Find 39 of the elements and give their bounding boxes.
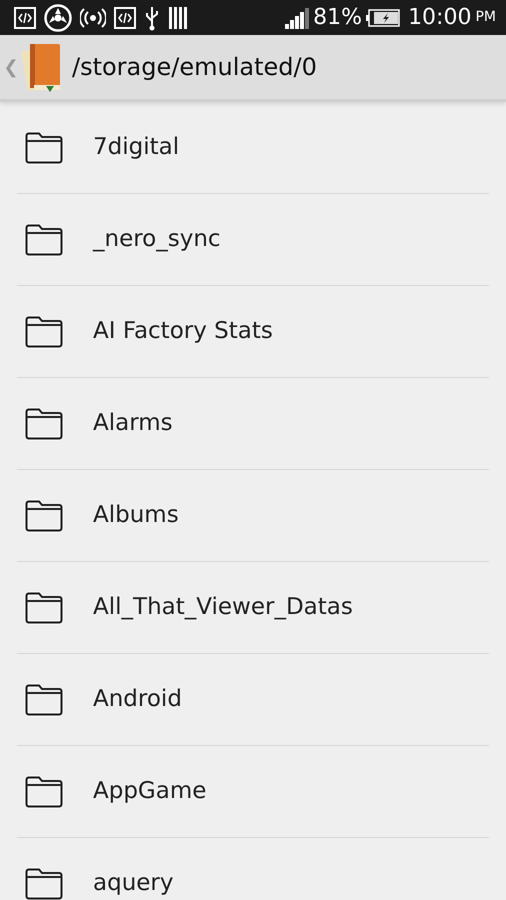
folder-icon: [25, 316, 63, 348]
barcode-icon: [168, 6, 188, 30]
code-icon: [14, 6, 36, 28]
folder-name: Android: [93, 685, 182, 714]
folder-item[interactable]: _nero_sync: [0, 194, 506, 285]
broadcast-icon: [80, 6, 106, 28]
folder-name: Alarms: [93, 409, 173, 438]
folder-item[interactable]: 7digital: [0, 102, 506, 193]
folder-icon: [25, 224, 63, 256]
folder-name: Albums: [93, 501, 179, 530]
folder-path: /storage/emulated/0: [72, 52, 317, 83]
folder-icon: [25, 684, 63, 716]
folder-icon: [25, 132, 63, 164]
folder-icon: [25, 868, 63, 900]
folder-icon: [25, 500, 63, 532]
folder-item[interactable]: All_That_Viewer_Datas: [0, 562, 506, 653]
folder-item[interactable]: Alarms: [0, 378, 506, 469]
folder-icon: [25, 592, 63, 624]
code-icon: [114, 6, 136, 28]
folder-item[interactable]: Albums: [0, 470, 506, 561]
folder-item[interactable]: AI Factory Stats: [0, 286, 506, 377]
usb-icon: [144, 4, 160, 30]
folder-name: 7digital: [93, 133, 180, 162]
clock-meridiem: PM: [475, 8, 496, 27]
folder-name: _nero_sync: [93, 225, 221, 254]
folder-name: aquery: [93, 869, 174, 898]
battery-percentage: 81%: [313, 6, 362, 28]
folder-item[interactable]: Android: [0, 654, 506, 745]
folder-icon: [25, 776, 63, 808]
folder-name: All_That_Viewer_Datas: [93, 593, 353, 622]
folder-item[interactable]: aquery: [0, 838, 506, 900]
folder-icon: [25, 408, 63, 440]
clock-time: 10:00: [408, 6, 472, 28]
folder-name: AppGame: [93, 777, 206, 806]
signal-icon: [285, 6, 310, 28]
folder-name: AI Factory Stats: [93, 317, 273, 346]
battery-icon: [366, 8, 400, 26]
folder-item[interactable]: AppGame: [0, 746, 506, 837]
disc-icon: [44, 4, 72, 32]
